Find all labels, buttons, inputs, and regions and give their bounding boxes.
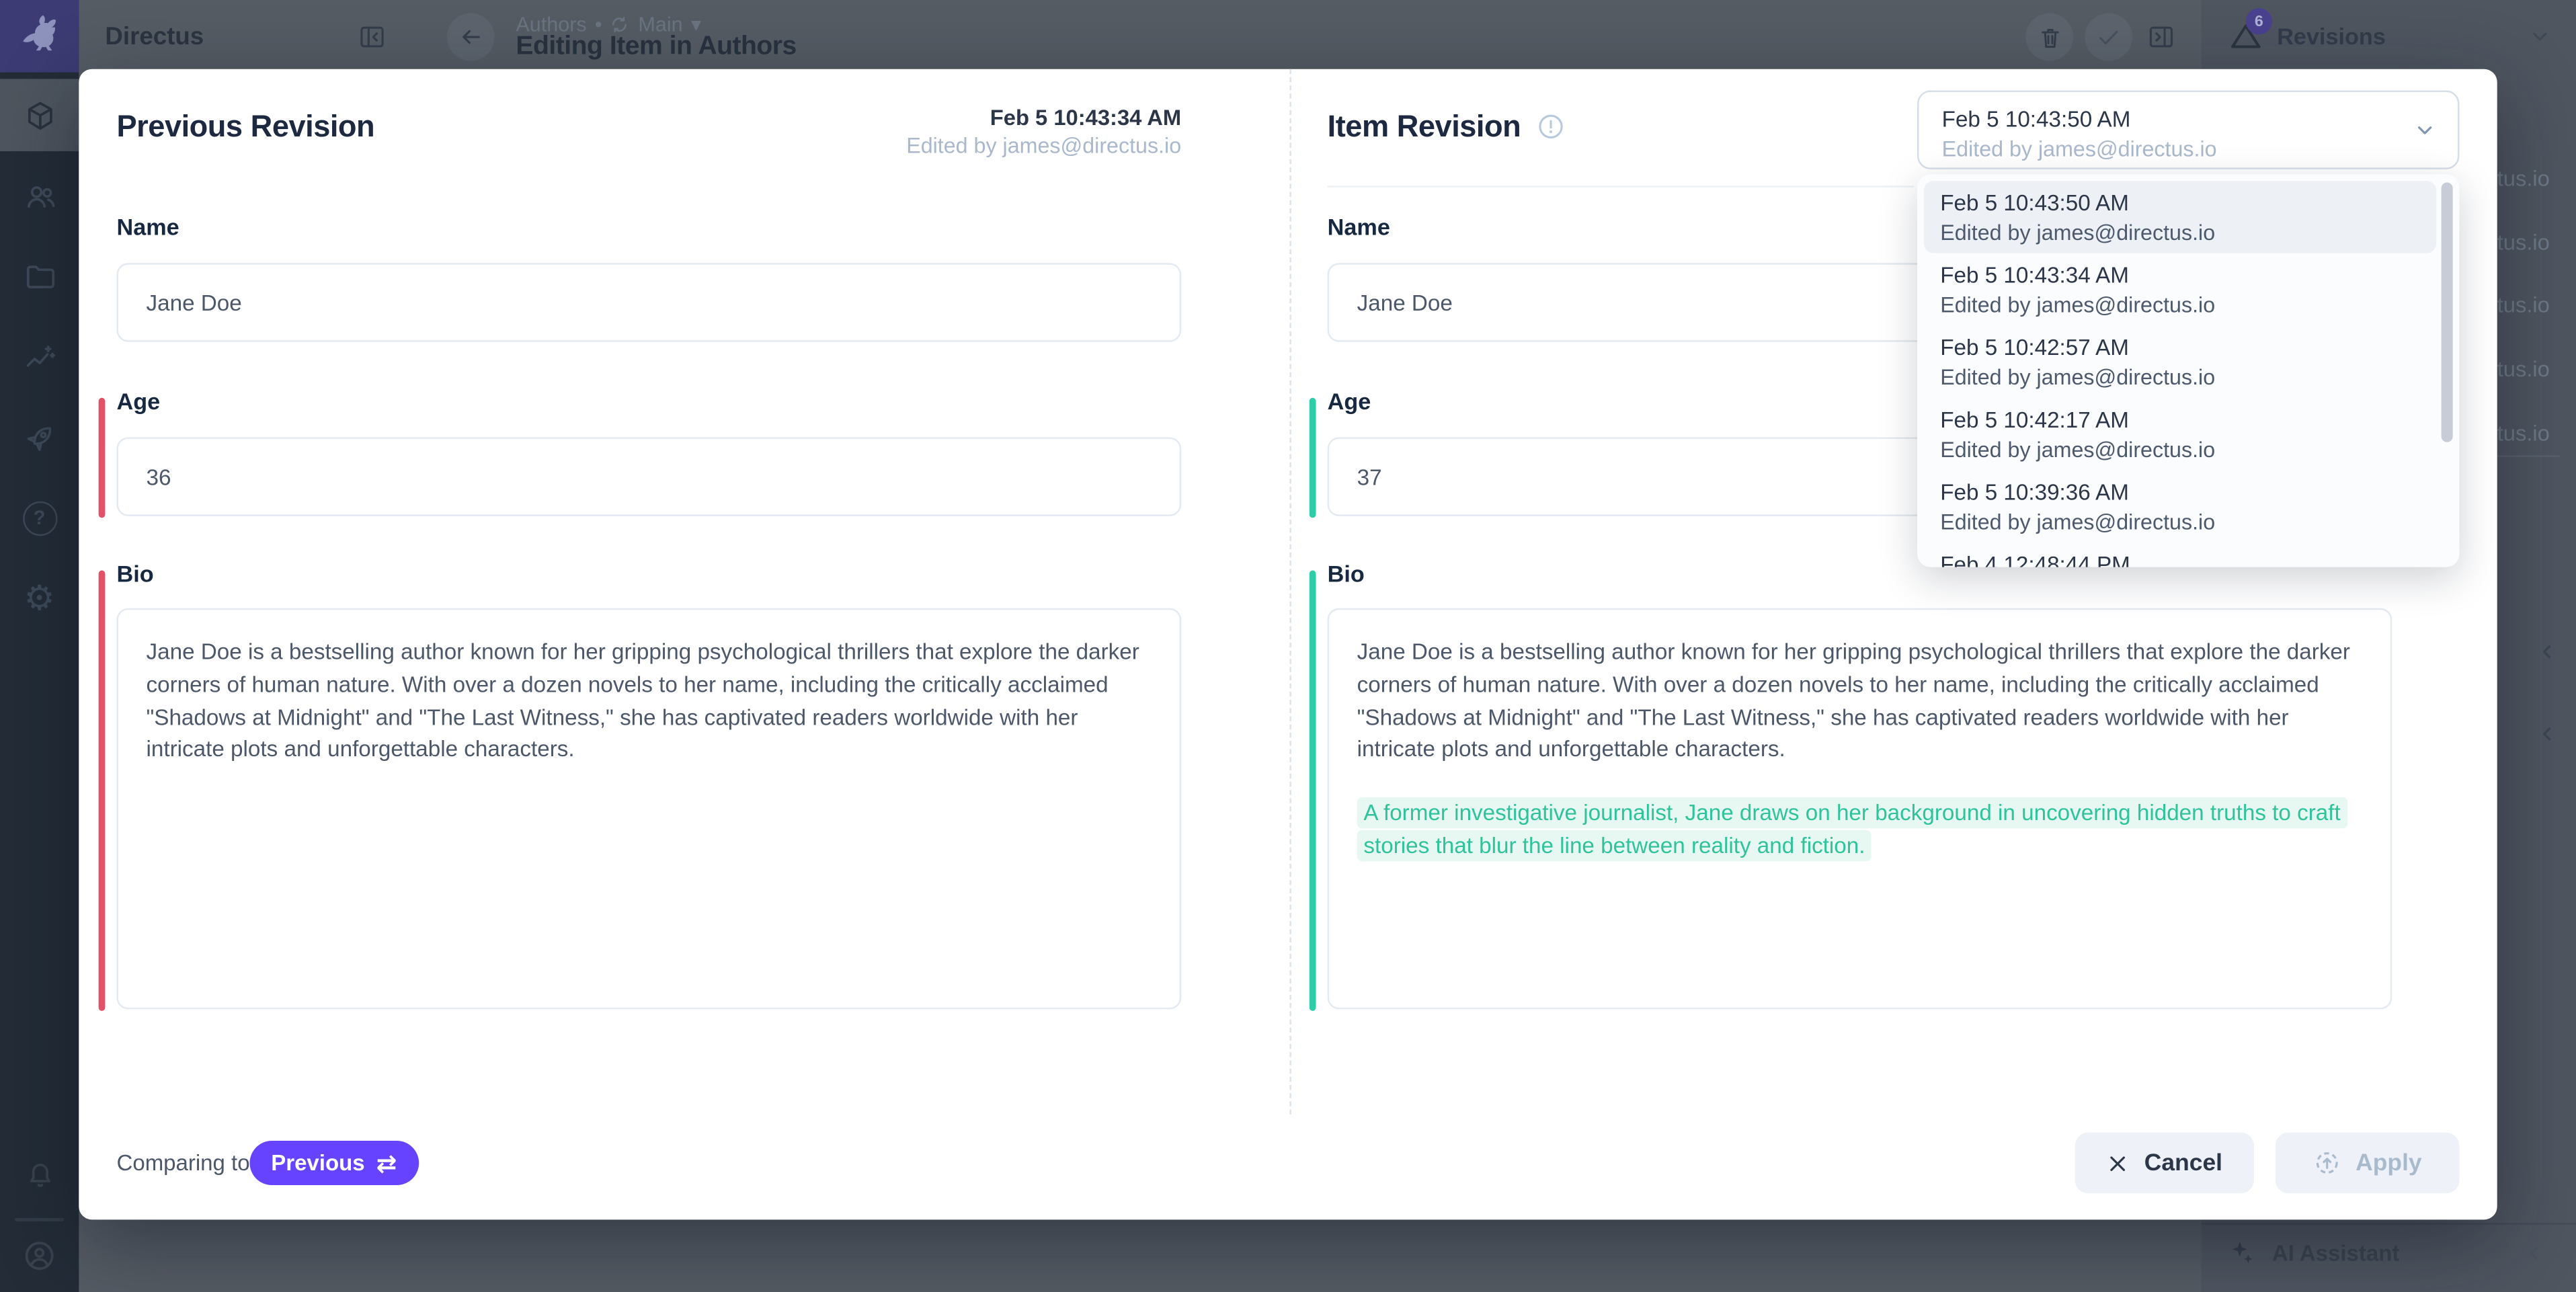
name-field-label: Name [117,214,179,240]
cancel-label: Cancel [2144,1149,2222,1176]
cancel-button[interactable]: Cancel [2075,1133,2254,1193]
previous-bio-text: Jane Doe is a bestselling author known f… [147,636,1152,766]
screen: Directus Authors • Main ▾ Editing Item i… [0,0,2576,1292]
previous-name-input: Jane Doe [117,263,1182,341]
current-bio-added-wrap: A former investigative journalist, Jane … [1357,797,2363,862]
bio-field-label: Bio [117,561,154,587]
revision-menu-item[interactable]: Feb 4 12:48:44 PM [1924,542,2436,567]
apply-upload-icon [2313,1149,2341,1177]
menu-scrollbar[interactable] [2442,182,2453,442]
previous-name-value: Jane Doe [147,290,242,315]
revision-menu-item[interactable]: Feb 5 10:42:17 AM Edited by james@direct… [1924,398,2436,471]
pane-divider [1289,69,1291,1115]
revision-menu-item[interactable]: Feb 5 10:43:50 AM Edited by james@direct… [1924,181,2436,253]
compare-target-label: Previous [271,1151,364,1176]
revision-select[interactable]: Feb 5 10:43:50 AM Edited by james@direct… [1917,90,2459,169]
info-icon[interactable] [1535,112,1565,141]
previous-bio-textarea: Jane Doe is a bestselling author known f… [117,608,1182,1010]
age-field-label: Age [1328,388,1371,414]
bio-changed-bar-previous [99,571,106,1011]
name-field-label: Name [1328,214,1390,240]
item-revision-header: Item Revision [1328,108,1566,145]
age-changed-bar-previous [99,398,106,518]
age-changed-bar-current [1310,398,1316,518]
previous-revision-timestamp: Feb 5 10:43:34 AM [688,104,1181,132]
age-field-label: Age [117,388,161,414]
select-chevron [2413,118,2436,149]
previous-age-input: 36 [117,437,1182,516]
current-bio-textarea: Jane Doe is a bestselling author known f… [1328,608,2392,1010]
current-age-value: 37 [1357,465,1382,489]
previous-revision-title: Previous Revision [117,108,375,145]
revision-menu-item[interactable]: Feb 5 10:39:36 AM Edited by james@direct… [1924,470,2436,542]
previous-revision-meta: Feb 5 10:43:34 AM Edited by james@direct… [688,104,1181,159]
apply-label: Apply [2356,1149,2421,1176]
revision-menu-item[interactable]: Feb 5 10:43:34 AM Edited by james@direct… [1924,253,2436,326]
bio-changed-bar-current [1310,571,1316,1011]
revision-dropdown-menu: Feb 5 10:43:50 AM Edited by james@direct… [1917,174,2459,567]
comparing-to-label: Comparing to [117,1151,250,1176]
compare-target-button[interactable]: Previous ⇄ [249,1141,418,1185]
previous-age-value: 36 [147,465,171,489]
close-icon [2107,1152,2130,1174]
item-revision-title: Item Revision [1328,108,1521,145]
right-header-divider [1328,186,1914,187]
current-bio-added-text: A former investigative journalist, Jane … [1357,797,2347,861]
current-name-value: Jane Doe [1357,290,1453,315]
chevron-down-icon [2413,118,2436,141]
revision-menu-item[interactable]: Feb 5 10:42:57 AM Edited by james@direct… [1924,325,2436,398]
revision-compare-modal: Previous Revision Feb 5 10:43:34 AM Edit… [79,69,2497,1220]
previous-revision-editor: Edited by james@directus.io [688,132,1181,160]
swap-icon: ⇄ [376,1148,397,1178]
bio-field-label: Bio [1328,561,1365,587]
revision-select-time: Feb 5 10:43:50 AM [1942,105,2131,134]
apply-button[interactable]: Apply [2276,1133,2460,1193]
current-bio-text: Jane Doe is a bestselling author known f… [1357,636,2363,766]
revision-select-editor: Edited by james@directus.io [1942,135,2217,163]
